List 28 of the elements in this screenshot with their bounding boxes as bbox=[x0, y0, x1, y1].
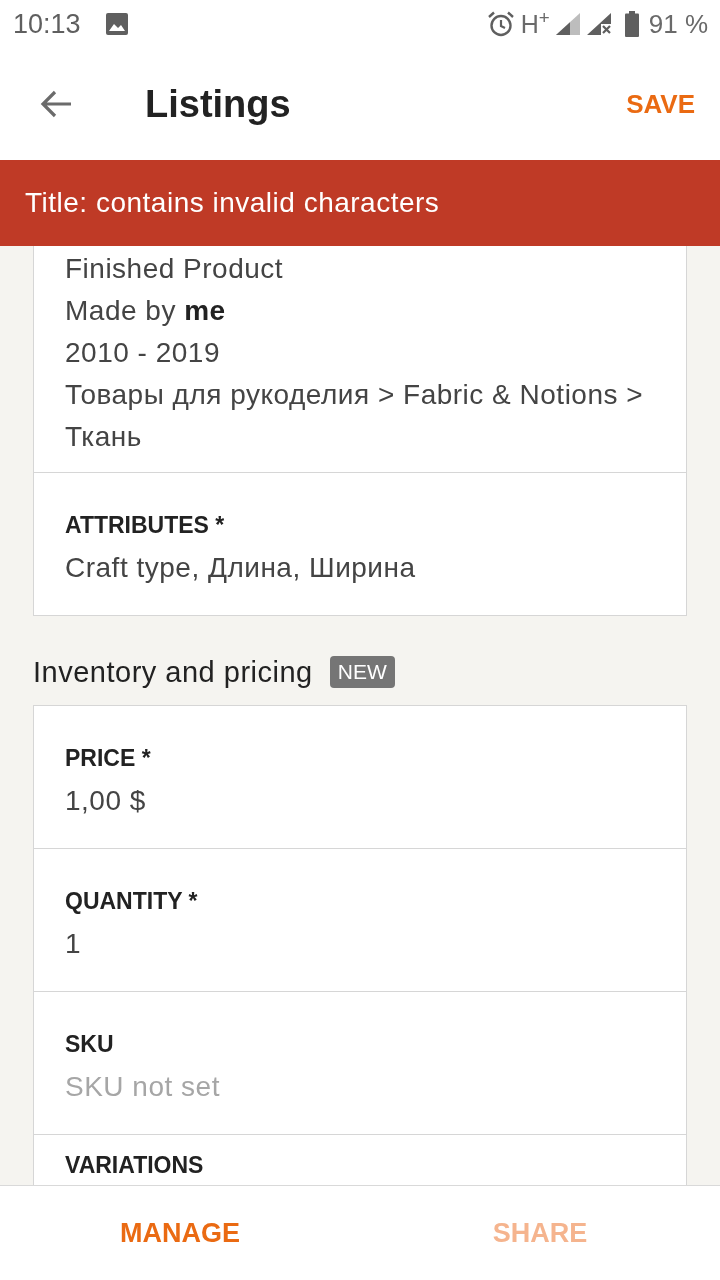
battery-icon bbox=[624, 11, 639, 37]
back-arrow-icon bbox=[40, 90, 72, 118]
field-label: PRICE * bbox=[65, 744, 151, 772]
field-label: SKU bbox=[65, 1030, 114, 1058]
section-heading: Inventory and pricing bbox=[33, 655, 313, 689]
save-button[interactable]: SAVE bbox=[626, 88, 695, 120]
image-icon bbox=[105, 13, 128, 35]
field-label: QUANTITY * bbox=[65, 887, 198, 915]
page-title: Listings bbox=[145, 82, 291, 127]
field-value: Craft type, Длина, Ширина bbox=[65, 551, 416, 585]
error-message: Title: contains invalid characters bbox=[25, 186, 440, 220]
field-value: 1 bbox=[65, 927, 82, 961]
signal-no-service-icon bbox=[586, 13, 611, 35]
field-label: VARIATIONS bbox=[65, 1152, 204, 1178]
bottom-action-button[interactable]: MANAGE bbox=[120, 1216, 240, 1250]
summary-line: Made by me bbox=[65, 294, 227, 328]
summary-line: 2010 - 2019 bbox=[65, 336, 221, 370]
new-badge: NEW bbox=[329, 656, 395, 688]
field-label: ATTRIBUTES * bbox=[65, 511, 225, 539]
field-value: 1,00 $ bbox=[65, 784, 146, 818]
status-time: 10:13 bbox=[13, 8, 81, 40]
alarm-icon bbox=[487, 11, 514, 37]
summary-line: Finished Product bbox=[65, 252, 285, 286]
signal-icon bbox=[555, 13, 580, 35]
summary-line: Товары для рукоделия > Fabric & Notions > Ткань bbox=[65, 378, 645, 454]
network-type: H$^{+}$ bbox=[520, 10, 550, 38]
battery-percent: 91 % bbox=[648, 8, 708, 40]
field-value: SKU not set bbox=[65, 1070, 220, 1104]
